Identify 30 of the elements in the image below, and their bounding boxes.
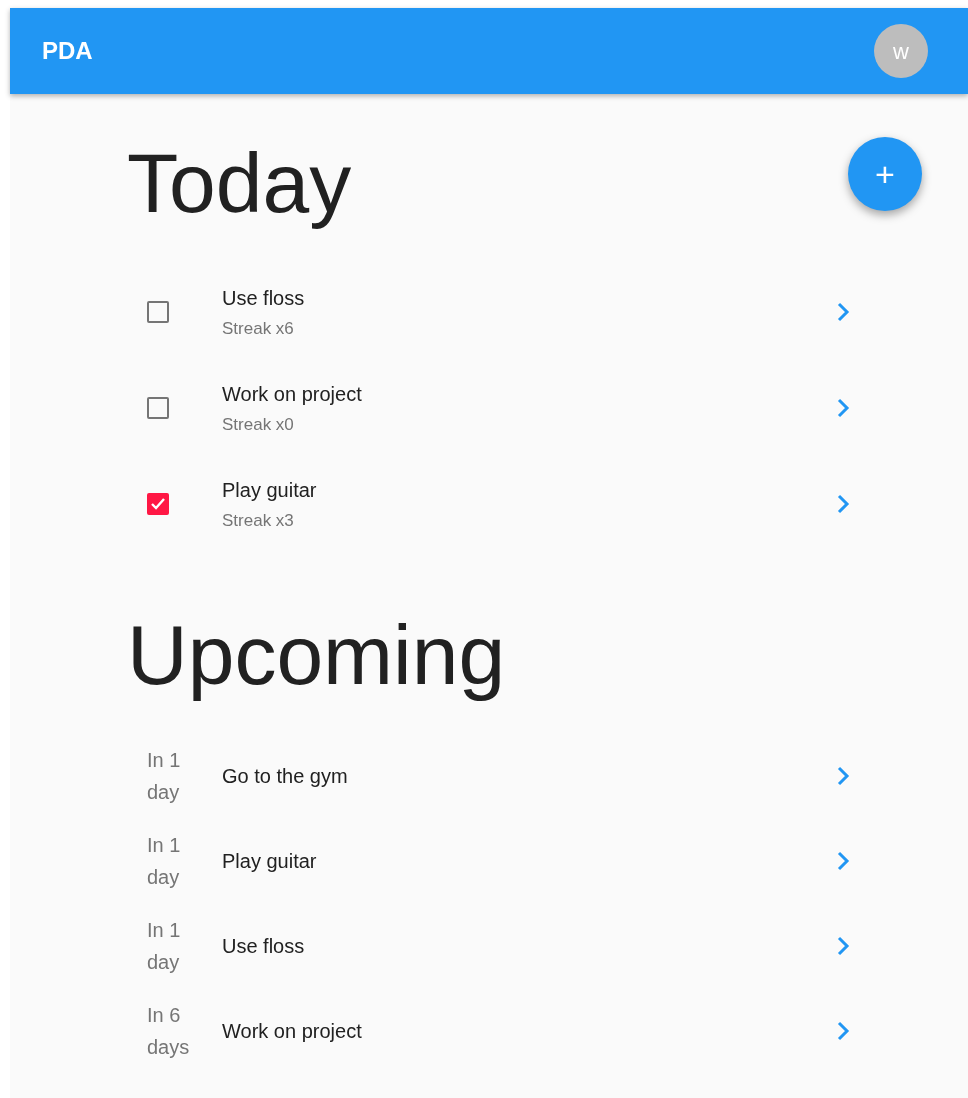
habit-name: Work on project bbox=[222, 381, 362, 407]
chevron-icon[interactable] bbox=[836, 1020, 850, 1041]
app-title: PDA bbox=[42, 36, 93, 66]
streak-label: Streak x0 bbox=[222, 413, 295, 436]
due-label: In 1 day bbox=[147, 747, 182, 805]
checkbox[interactable] bbox=[147, 493, 169, 515]
avatar[interactable]: w bbox=[874, 24, 928, 78]
chevron-icon[interactable] bbox=[836, 935, 850, 956]
chevron-icon[interactable] bbox=[836, 765, 850, 786]
checkbox[interactable] bbox=[147, 301, 169, 323]
add-button[interactable]: + bbox=[848, 137, 922, 211]
task-name: Use floss bbox=[222, 933, 305, 959]
check-icon bbox=[150, 496, 166, 512]
chevron-icon[interactable] bbox=[836, 302, 850, 322]
section-heading: Today bbox=[127, 135, 353, 232]
streak-label: Streak x6 bbox=[222, 317, 295, 340]
task-name: Go to the gym bbox=[222, 763, 348, 789]
chevron-icon[interactable] bbox=[836, 398, 850, 418]
due-label: In 1 day bbox=[147, 832, 182, 890]
section-heading: Upcoming bbox=[127, 607, 507, 704]
due-label: In 6 days bbox=[147, 1002, 191, 1060]
task-name: Work on project bbox=[222, 1018, 362, 1044]
chevron-icon[interactable] bbox=[836, 494, 850, 514]
streak-label: Streak x3 bbox=[222, 509, 295, 532]
due-label: In 1 day bbox=[147, 917, 182, 975]
task-name: Play guitar bbox=[222, 848, 317, 874]
habit-name: Use floss bbox=[222, 285, 305, 311]
habit-name: Play guitar bbox=[222, 477, 317, 503]
chevron-icon[interactable] bbox=[836, 850, 850, 871]
checkbox[interactable] bbox=[147, 397, 169, 419]
